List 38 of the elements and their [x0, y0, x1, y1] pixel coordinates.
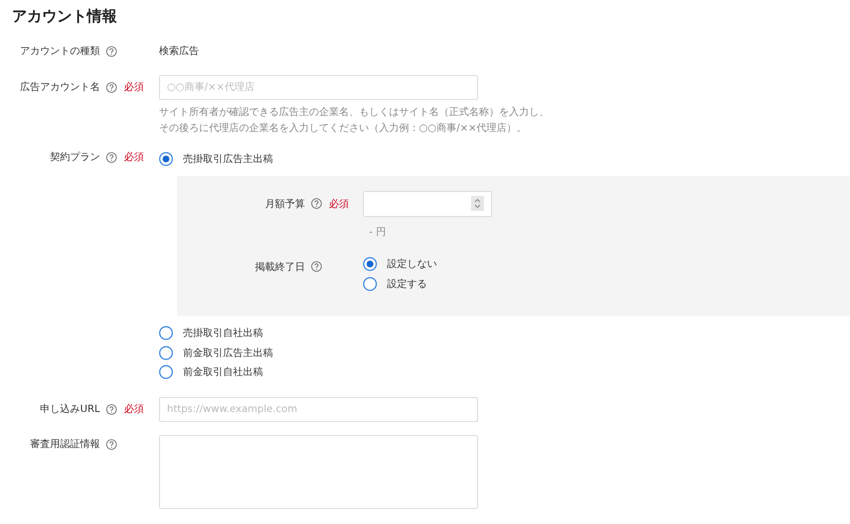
radio-button[interactable] [363, 276, 377, 291]
field-label: 申し込みURL [40, 402, 100, 416]
section-title: アカウント情報 [12, 7, 118, 26]
help-icon[interactable] [106, 152, 117, 162]
spinner-icon[interactable] [471, 196, 484, 211]
radio-button[interactable] [159, 346, 173, 360]
field-label: 掲載終了日 [255, 260, 305, 274]
text-field[interactable]: https://www.example.com [159, 397, 478, 422]
radio-button[interactable] [159, 365, 173, 380]
help-icon[interactable] [311, 198, 322, 209]
help-icon[interactable] [106, 82, 117, 92]
field-label: 契約プラン [50, 150, 100, 164]
required-label: 必須 [123, 150, 145, 165]
radio-button[interactable] [159, 326, 173, 340]
help-icon[interactable] [311, 261, 322, 272]
radio-option[interactable]: 売掛取引自社出稿 [159, 324, 850, 343]
required-label: 必須 [123, 80, 145, 95]
radio-button[interactable] [363, 257, 377, 272]
radio-button[interactable] [159, 152, 173, 166]
field-label: 審査用認証情報 [30, 438, 100, 451]
radio-option[interactable]: 設定する [363, 274, 850, 294]
required-label: 必須 [328, 198, 350, 212]
field-value: 検索広告 [159, 44, 200, 59]
field-label: アカウントの種類 [20, 44, 100, 58]
required-label: 必須 [123, 402, 145, 417]
field-label: 月額予算 [265, 198, 305, 210]
radio-option[interactable]: 設定しない [363, 254, 850, 274]
unit-text: - 円 [369, 226, 387, 238]
number-field[interactable] [363, 190, 492, 216]
radio-option[interactable]: 売掛取引広告主出稿 [159, 149, 850, 168]
help-icon[interactable] [106, 404, 117, 414]
help-icon[interactable] [106, 438, 117, 450]
radio-option[interactable]: 前金取引自社出稿 [159, 362, 850, 382]
radio-option[interactable]: 前金取引広告主出稿 [159, 343, 850, 362]
text-field[interactable]: ○○商事/××代理店 [159, 75, 478, 100]
help-text: サイト所有者が確認できる広告主の企業名、もしくはサイト名（正式名称）を入力し、 その後ろに代理店の企業名を入力してください（入力例：○○商事/××代理店）。 [159, 106, 550, 136]
help-icon[interactable] [106, 46, 117, 56]
field-label: 広告アカウント名 [20, 80, 100, 94]
